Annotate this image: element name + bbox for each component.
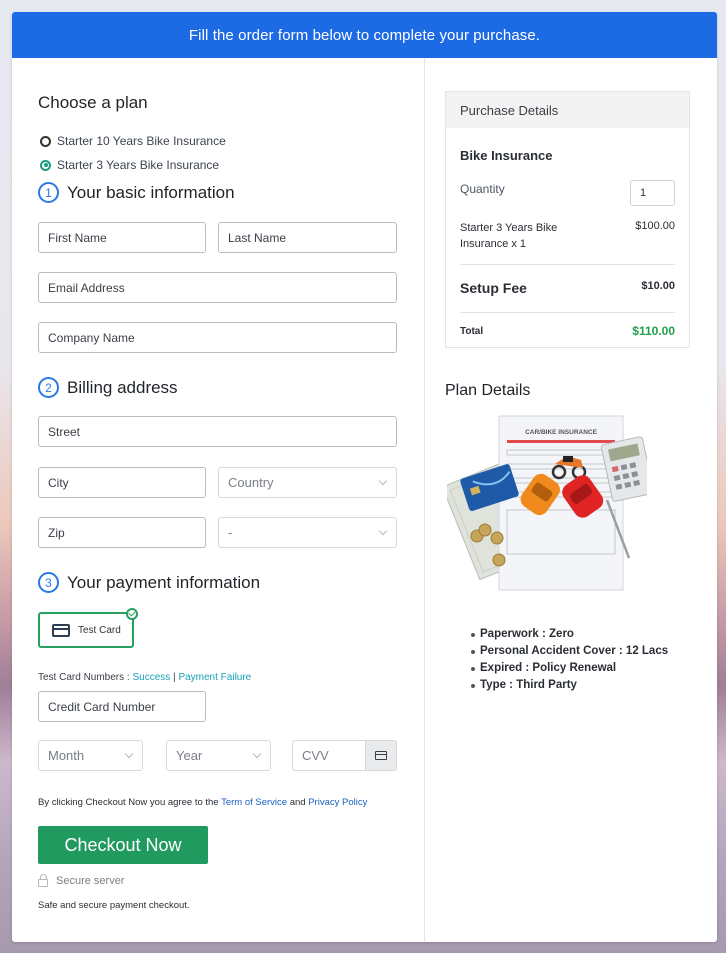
insurance-illustration: CAR/BIKE INSURANCE bbox=[447, 415, 647, 591]
order-form-card: Fill the order form below to complete yo… bbox=[12, 12, 717, 942]
terms-link[interactable]: Term of Service bbox=[221, 797, 287, 808]
plan-option-label: Starter 3 Years Bike Insurance bbox=[57, 158, 220, 172]
secure-server: Secure server bbox=[38, 874, 125, 887]
month-select[interactable]: Month bbox=[38, 740, 143, 771]
last-name-input[interactable]: Last Name bbox=[218, 222, 397, 253]
purchase-details-title: Purchase Details bbox=[446, 92, 689, 128]
checkout-now-button[interactable]: Checkout Now bbox=[38, 826, 208, 864]
agreement-prefix: By clicking Checkout Now you agree to th… bbox=[38, 797, 222, 808]
credit-card-icon bbox=[375, 751, 387, 760]
feature-item: Type : Third Party bbox=[471, 677, 668, 694]
total-price: $110.00 bbox=[632, 324, 675, 338]
country-select[interactable]: Country bbox=[218, 467, 397, 498]
safe-checkout-text: Safe and secure payment checkout. bbox=[38, 900, 190, 911]
state-select[interactable]: - bbox=[218, 517, 397, 548]
year-select[interactable]: Year bbox=[166, 740, 271, 771]
payment-heading: 3 Your payment information bbox=[38, 572, 260, 593]
billing-heading: 2 Billing address bbox=[38, 377, 178, 398]
payment-failure-link[interactable]: Payment Failure bbox=[178, 672, 251, 683]
street-input[interactable]: Street bbox=[38, 416, 397, 447]
quantity-input[interactable]: 1 bbox=[630, 180, 675, 206]
feature-item: Personal Accident Cover : 12 Lacs bbox=[471, 643, 668, 660]
company-input[interactable]: Company Name bbox=[38, 322, 397, 353]
plan-features-list: Paperwork : Zero Personal Accident Cover… bbox=[471, 626, 668, 694]
state-value: - bbox=[228, 525, 233, 540]
agreement-and: and bbox=[287, 797, 309, 808]
email-input[interactable]: Email Address bbox=[38, 272, 397, 303]
year-value: Year bbox=[176, 748, 203, 763]
zip-input[interactable]: Zip bbox=[38, 517, 206, 548]
setup-fee-label: Setup Fee bbox=[460, 280, 527, 296]
first-name-input[interactable]: First Name bbox=[38, 222, 206, 253]
cvv-input[interactable]: CVV bbox=[292, 740, 397, 771]
country-value: Country bbox=[228, 475, 274, 490]
chevron-down-icon bbox=[378, 526, 388, 536]
test-card-label: Test Card bbox=[78, 624, 121, 636]
section-title: Your payment information bbox=[67, 572, 261, 592]
radio-unselected-icon[interactable] bbox=[40, 135, 51, 147]
privacy-link[interactable]: Privacy Policy bbox=[308, 797, 367, 808]
test-card-numbers: Test Card Numbers : Success | Payment Fa… bbox=[38, 672, 251, 683]
product-name: Bike Insurance bbox=[460, 148, 553, 163]
plan-option-10-years[interactable]: Starter 10 Years Bike Insurance bbox=[40, 134, 226, 148]
divider bbox=[460, 312, 675, 313]
plan-option-label: Starter 10 Years Bike Insurance bbox=[57, 134, 226, 148]
test-card-numbers-label: Test Card Numbers : bbox=[38, 672, 133, 683]
line-item-price: $100.00 bbox=[635, 220, 675, 232]
quantity-label: Quantity bbox=[460, 182, 505, 196]
cvv-help-button[interactable] bbox=[365, 740, 397, 771]
order-form: Choose a plan Starter 10 Years Bike Insu… bbox=[12, 58, 424, 942]
banner-text: Fill the order form below to complete yo… bbox=[188, 26, 541, 44]
checkmark-icon bbox=[126, 608, 138, 620]
plan-option-3-years[interactable]: Starter 3 Years Bike Insurance bbox=[40, 158, 219, 172]
step-1-icon: 1 bbox=[38, 182, 59, 203]
step-3-icon: 3 bbox=[38, 572, 59, 593]
chevron-down-icon bbox=[252, 749, 262, 759]
section-title: Billing address bbox=[67, 377, 178, 397]
line-item-description: Starter 3 Years Bike Insurance x 1 bbox=[460, 222, 558, 250]
setup-fee-price: $10.00 bbox=[641, 280, 675, 292]
feature-item: Expired : Policy Renewal bbox=[471, 660, 668, 677]
section-title: Your basic information bbox=[67, 182, 235, 202]
credit-card-icon bbox=[52, 623, 70, 637]
cvv-placeholder: CVV bbox=[302, 748, 329, 763]
city-input[interactable]: City bbox=[38, 467, 206, 498]
choose-plan-heading: Choose a plan bbox=[38, 93, 148, 112]
document-title: CAR/BIKE INSURANCE bbox=[525, 429, 598, 436]
month-value: Month bbox=[48, 748, 85, 763]
feature-item: Paperwork : Zero bbox=[471, 626, 668, 643]
chevron-down-icon bbox=[378, 476, 388, 486]
step-2-icon: 2 bbox=[38, 377, 59, 398]
test-card-option[interactable]: Test Card bbox=[38, 608, 138, 648]
header-banner: Fill the order form below to complete yo… bbox=[12, 12, 717, 58]
total-label: Total bbox=[460, 326, 484, 337]
sidebar: Purchase Details Bike Insurance Quantity… bbox=[425, 58, 717, 942]
agreement-text: By clicking Checkout Now you agree to th… bbox=[38, 797, 367, 808]
success-link[interactable]: Success bbox=[132, 672, 170, 683]
basic-info-heading: 1 Your basic information bbox=[38, 182, 235, 203]
secure-server-label: Secure server bbox=[56, 875, 125, 887]
chevron-down-icon bbox=[124, 749, 134, 759]
card-number-input[interactable]: Credit Card Number bbox=[38, 691, 206, 722]
radio-selected-icon[interactable] bbox=[40, 159, 51, 171]
lock-icon bbox=[38, 874, 48, 887]
purchase-details-box: Purchase Details Bike Insurance Quantity… bbox=[445, 91, 690, 348]
divider bbox=[460, 264, 675, 265]
plan-details-heading: Plan Details bbox=[445, 382, 531, 399]
